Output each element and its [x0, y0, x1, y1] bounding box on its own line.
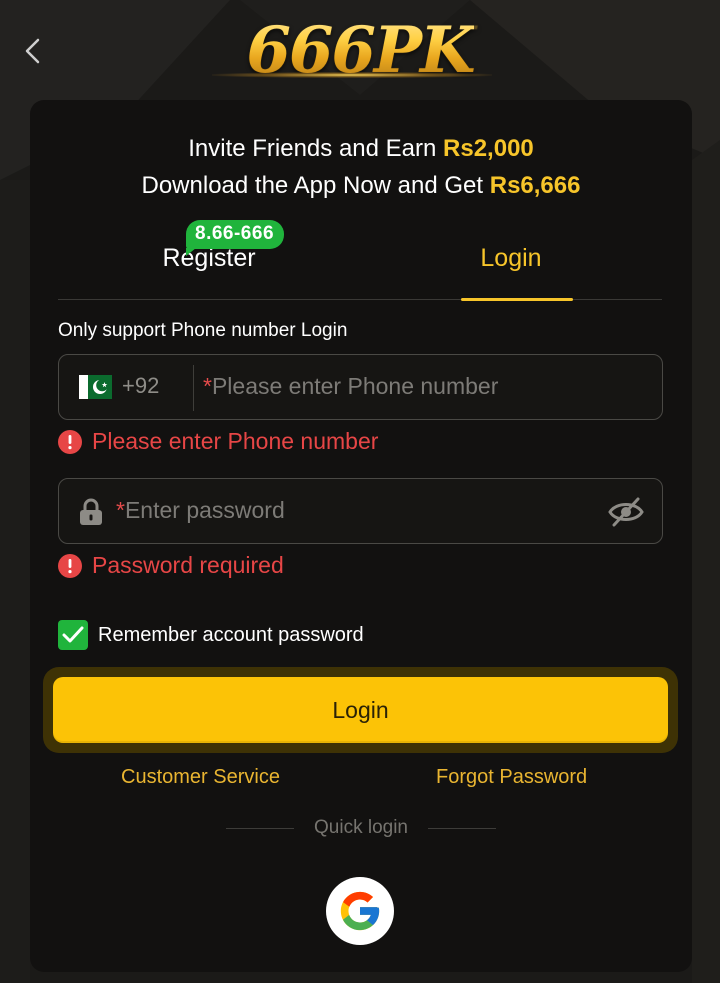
phone-input[interactable]: *Please enter Phone number: [203, 373, 498, 400]
customer-service-link[interactable]: Customer Service: [121, 766, 280, 789]
phone-error: Please enter Phone number: [58, 428, 378, 455]
phone-error-text: Please enter Phone number: [92, 428, 379, 454]
lock-icon: [80, 498, 102, 525]
active-tab-indicator: [461, 298, 573, 301]
error-icon: [58, 553, 82, 578]
brand-logo: 666PK: [0, 10, 720, 90]
logo-glow: [212, 72, 492, 78]
promo-line-1: Invite Friends and Earn Rs2,000: [30, 130, 692, 167]
password-field[interactable]: *Enter password: [58, 478, 663, 544]
tab-login[interactable]: Login: [360, 244, 662, 273]
password-input[interactable]: *Enter password: [116, 497, 285, 524]
password-placeholder: Enter password: [124, 497, 285, 523]
divider-line: [428, 827, 496, 829]
tab-register[interactable]: 8.66-666 Register: [58, 220, 360, 273]
required-mark: *: [203, 373, 212, 399]
promo-line-2: Download the App Now and Get Rs6,666: [30, 167, 692, 204]
register-bonus-badge: 8.66-666: [186, 220, 285, 256]
field-divider: [193, 365, 194, 411]
promo-line-2-amount: Rs6,666: [489, 172, 581, 199]
password-error: Password required: [58, 552, 284, 579]
login-button[interactable]: Login: [53, 677, 668, 743]
remember-password-toggle[interactable]: Remember account password: [58, 620, 364, 650]
required-mark: *: [116, 497, 125, 523]
login-hint: Only support Phone number Login: [58, 320, 348, 341]
divider-line: [226, 827, 294, 829]
google-login-button[interactable]: [326, 877, 394, 945]
checkmark-icon: [62, 626, 84, 643]
pakistan-flag-icon: [79, 375, 112, 399]
google-icon: [340, 891, 380, 931]
remember-label: Remember account password: [98, 623, 364, 646]
phone-field[interactable]: +92 *Please enter Phone number: [58, 354, 663, 420]
country-code[interactable]: +92: [122, 373, 159, 399]
login-card: Invite Friends and Earn Rs2,000 Download…: [30, 100, 692, 972]
promo-line-1-amount: Rs2,000: [443, 135, 534, 162]
tab-login-label: Login: [480, 244, 542, 272]
eye-off-icon[interactable]: [608, 497, 644, 527]
quick-login-divider: Quick login: [30, 816, 692, 840]
login-button-frame: Login: [43, 667, 678, 753]
remember-checkbox[interactable]: [58, 620, 88, 650]
promo-banner: Invite Friends and Earn Rs2,000 Download…: [30, 130, 692, 204]
password-error-text: Password required: [92, 552, 284, 578]
promo-line-1-text: Invite Friends and Earn: [188, 135, 444, 162]
promo-line-2-text: Download the App Now and Get: [141, 172, 490, 199]
forgot-password-link[interactable]: Forgot Password: [436, 766, 587, 789]
error-icon: [58, 429, 82, 454]
quick-login-label: Quick login: [314, 817, 408, 838]
phone-placeholder: Please enter Phone number: [211, 373, 499, 399]
auth-tabs: 8.66-666 Register Login: [58, 220, 662, 301]
